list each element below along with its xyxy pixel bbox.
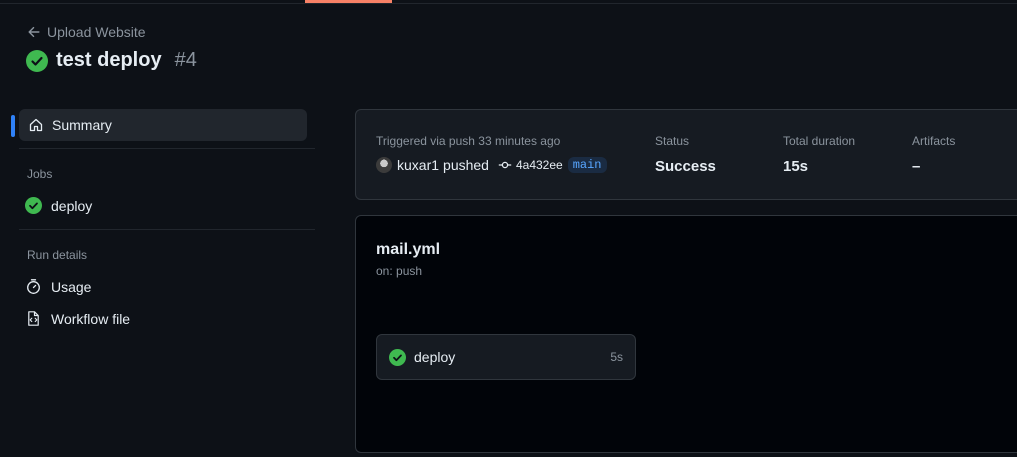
check-circle-icon [25, 197, 42, 214]
status-label: Status [655, 134, 690, 148]
actor-name[interactable]: kuxar1 [397, 157, 439, 173]
commit-info: kuxar1 pushed 4a432ee main [376, 157, 607, 173]
sidebar-item-label: Usage [51, 278, 92, 295]
back-link-label: Upload Website [47, 24, 146, 40]
workflow-file-name: mail.yml [376, 241, 441, 258]
actor-action: pushed [443, 157, 489, 173]
sidebar-item-deploy[interactable]: deploy [25, 197, 92, 214]
git-commit-icon [498, 161, 512, 169]
run-number: #4 [174, 49, 197, 71]
sidebar-item-label: Workflow file [51, 310, 131, 327]
page-title: test deploy #4 [26, 49, 197, 72]
sidebar-item-usage[interactable]: Usage [25, 278, 91, 295]
job-name: deploy [414, 349, 456, 365]
commit-sha: 4a432ee [515, 158, 563, 172]
sidebar-item-summary[interactable]: Summary [11, 109, 307, 141]
divider [19, 148, 315, 149]
sidebar-item-label: Summary [52, 117, 112, 133]
run-summary-card: Triggered via push 33 minutes ago kuxar1… [355, 109, 1017, 200]
run-title: test deploy [56, 49, 162, 71]
duration-value: 15s [783, 158, 809, 175]
artifacts-stat: Artifacts – [912, 134, 955, 175]
active-tab-underline [305, 0, 392, 3]
top-nav-border [0, 0, 1017, 4]
active-indicator [11, 115, 15, 137]
job-node-deploy[interactable]: deploy 5s [376, 334, 636, 380]
stopwatch-icon [27, 279, 40, 294]
duration-label: Total duration [783, 134, 856, 148]
avatar[interactable] [376, 157, 392, 173]
divider [19, 229, 315, 230]
triggered-text: Triggered via push 33 minutes ago [376, 134, 561, 148]
workflow-trigger: on: push [376, 264, 423, 278]
check-circle-icon [26, 49, 48, 72]
arrow-left-icon [28, 26, 40, 38]
commit-link[interactable]: 4a432ee [498, 158, 563, 172]
file-code-icon [28, 311, 39, 326]
artifacts-label: Artifacts [912, 134, 956, 148]
check-circle-icon [389, 348, 406, 366]
back-link[interactable]: Upload Website [27, 24, 146, 40]
status-value: Success [655, 158, 716, 175]
sidebar-item-workflow-file[interactable]: Workflow file [25, 310, 130, 327]
branch-badge[interactable]: main [567, 157, 607, 173]
workflow-graph-card: mail.yml on: push deploy 5s [355, 215, 1017, 453]
artifacts-value: – [912, 158, 921, 175]
home-icon [29, 118, 43, 132]
job-duration: 5s [610, 350, 623, 364]
sidebar-item-label: deploy [51, 197, 93, 214]
duration-stat: Total duration 15s [783, 134, 855, 175]
jobs-heading: Jobs [27, 167, 53, 181]
run-details-heading: Run details [27, 248, 88, 262]
status-stat: Status Success [655, 134, 716, 175]
